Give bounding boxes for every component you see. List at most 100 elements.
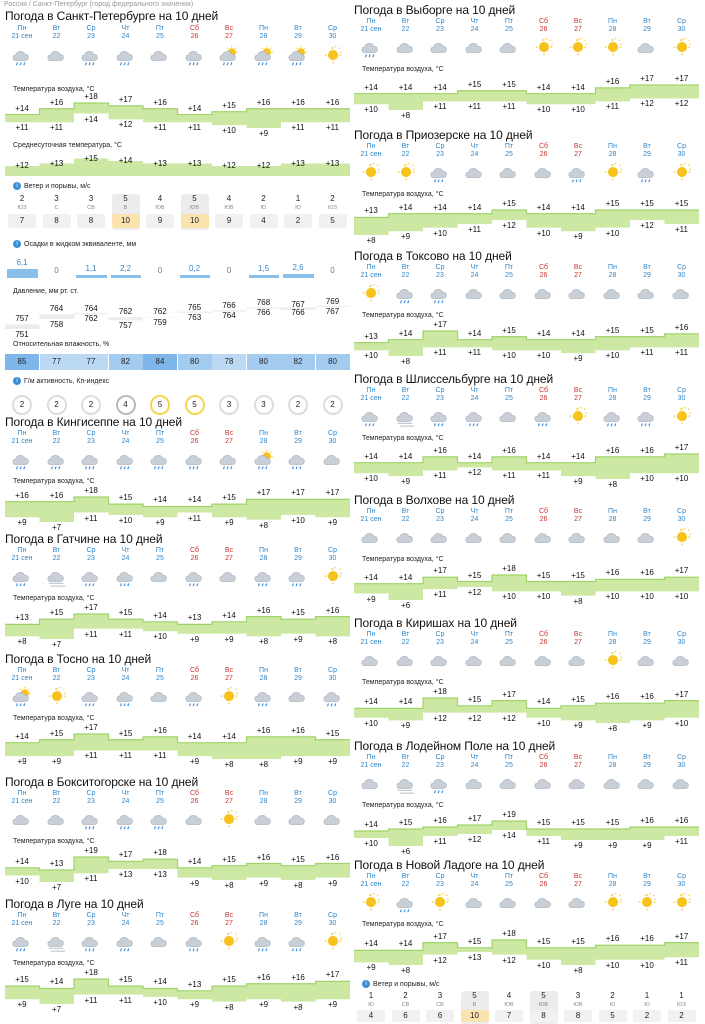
day-name: Пн bbox=[17, 430, 27, 437]
day-header: Пт 25 bbox=[143, 790, 177, 806]
day-date: 25 bbox=[505, 395, 513, 402]
weather-icon-row bbox=[354, 406, 699, 432]
sun-icon bbox=[671, 527, 695, 551]
city-title[interactable]: Погода в Волхове на 10 дней bbox=[354, 493, 514, 508]
wind-gust: 8 bbox=[42, 214, 71, 228]
wind-speed: 2 bbox=[330, 194, 335, 203]
max-temp-value: +14 bbox=[364, 82, 378, 92]
max-temp-value: +17 bbox=[674, 74, 689, 83]
rain-icon bbox=[184, 45, 208, 69]
day-header: Сб 26 bbox=[178, 547, 212, 563]
day-header: Пн 21 сен bbox=[5, 667, 39, 683]
day-name: Ср bbox=[435, 264, 445, 271]
sun-icon bbox=[567, 406, 591, 430]
city-title[interactable]: Погода в Киришах на 10 дней bbox=[354, 616, 517, 631]
info-icon[interactable]: i bbox=[13, 240, 21, 249]
precip-bar bbox=[283, 274, 314, 278]
humidity-cell: 77 bbox=[74, 354, 108, 370]
city-title[interactable]: Погода в Лодейном Поле на 10 дней bbox=[354, 739, 555, 754]
day-name: Вс bbox=[224, 667, 234, 674]
day-header: Чт 24 bbox=[458, 631, 492, 647]
section-label: Температура воздуха, °C bbox=[362, 555, 444, 564]
day-name: Сб bbox=[189, 912, 200, 919]
wind-speed: 2 bbox=[403, 991, 408, 1000]
pressure-min-value: 762 bbox=[84, 314, 98, 324]
cloud-icon bbox=[567, 527, 591, 551]
max-temp-value: +14 bbox=[364, 820, 378, 829]
max-temp-value: +16 bbox=[433, 445, 447, 455]
day-header: Сб 26 bbox=[527, 18, 561, 34]
day-date: 29 bbox=[643, 639, 651, 646]
day-date: 23 bbox=[436, 762, 444, 769]
precip-bar bbox=[76, 275, 107, 278]
city-title[interactable]: Погода в Новой Ладоге на 10 дней bbox=[354, 858, 544, 873]
max-temp-value: +14 bbox=[222, 610, 236, 620]
max-temp-value: +13 bbox=[364, 206, 378, 216]
day-header: Вс 27 bbox=[561, 264, 595, 280]
day-header: Чт 24 bbox=[458, 264, 492, 280]
city-title[interactable]: Погода в Бокситогорске на 10 дней bbox=[5, 775, 198, 790]
min-temp-value: +9 bbox=[366, 594, 376, 604]
day-date: 30 bbox=[677, 395, 686, 402]
rain-icon bbox=[636, 406, 660, 430]
sun-icon bbox=[636, 892, 660, 916]
max-temp-value: +15 bbox=[291, 608, 305, 618]
day-date: 26 bbox=[539, 881, 548, 888]
cloud-icon bbox=[533, 527, 557, 551]
sun-icon bbox=[567, 37, 591, 61]
cloud-icon bbox=[360, 527, 384, 551]
rain-icon bbox=[149, 449, 173, 473]
wind-cell: 2 Ю 5 bbox=[598, 991, 627, 1024]
city-title[interactable]: Погода в Приозерске на 10 дней bbox=[354, 128, 533, 143]
day-header: Пн 21 сен bbox=[354, 873, 388, 889]
wind-direction: Ю bbox=[260, 205, 267, 211]
day-header: Пн 21 сен bbox=[5, 912, 39, 928]
section-label-text: Давление, мм рт. ст. bbox=[13, 288, 79, 295]
fog-icon bbox=[395, 773, 419, 797]
min-temp-value: +6 bbox=[400, 601, 411, 610]
city-title[interactable]: Погода в Гатчине на 10 дней bbox=[5, 532, 163, 547]
day-name: Пн bbox=[608, 387, 617, 394]
city-title[interactable]: Погода в Тосно на 10 дней bbox=[5, 652, 151, 667]
sun-icon bbox=[360, 162, 384, 186]
info-icon[interactable]: i bbox=[13, 182, 21, 191]
day-date: 28 bbox=[608, 272, 617, 279]
city-forecast: Погода в Выборге на 10 дней Пн 21 сен Вт 22 С… bbox=[354, 3, 699, 124]
city-title[interactable]: Погода в Выборге на 10 дней bbox=[354, 3, 515, 18]
day-name: Ср bbox=[677, 264, 686, 271]
wind-speed: 2 bbox=[261, 194, 266, 203]
day-name: Чт bbox=[121, 430, 130, 437]
min-temp-value: +12 bbox=[502, 713, 516, 723]
day-name: Пн bbox=[366, 143, 376, 150]
city-title[interactable]: Погода в Шлиссельбурге на 10 дней bbox=[354, 372, 553, 387]
day-date: 23 bbox=[87, 438, 95, 445]
max-temp-value: +16 bbox=[256, 852, 271, 862]
day-date: 25 bbox=[505, 639, 513, 646]
day-name: Сб bbox=[538, 387, 549, 394]
day-name: Пн bbox=[17, 912, 27, 919]
pressure-min-value: 763 bbox=[187, 312, 202, 322]
day-name: Сб bbox=[189, 25, 200, 32]
city-title[interactable]: Погода в Санкт-Петербурге на 10 дней bbox=[5, 9, 218, 24]
day-header: Пт 25 bbox=[143, 25, 177, 41]
day-header: Вт 22 bbox=[389, 264, 423, 280]
city-title[interactable]: Погода в Токсово на 10 дней bbox=[354, 249, 512, 264]
rain-icon bbox=[395, 283, 419, 307]
info-icon[interactable]: i bbox=[13, 377, 21, 386]
day-header: Вт 29 bbox=[630, 18, 664, 34]
fog-icon bbox=[46, 931, 70, 955]
wind-cell: 4 ЮВ 9 bbox=[146, 194, 174, 230]
day-header: Чт 24 bbox=[458, 754, 492, 770]
max-temp-value: +14 bbox=[187, 856, 202, 866]
day-date: 21 сен bbox=[11, 920, 33, 927]
max-temp-value: +15 bbox=[222, 100, 236, 110]
city-title[interactable]: Погода в Кингисеппе на 10 дней bbox=[5, 415, 182, 430]
pressure-min-value: 766 bbox=[291, 308, 305, 318]
day-date: 30 bbox=[328, 438, 337, 445]
city-title[interactable]: Погода в Луге на 10 дней bbox=[5, 897, 144, 912]
wind-cell: 1 Ю 4 bbox=[357, 991, 385, 1024]
day-date: 23 bbox=[87, 33, 95, 40]
info-icon[interactable]: i bbox=[362, 980, 370, 989]
day-header: Ср 30 bbox=[665, 873, 699, 889]
min-temp-value: +8 bbox=[258, 520, 269, 530]
